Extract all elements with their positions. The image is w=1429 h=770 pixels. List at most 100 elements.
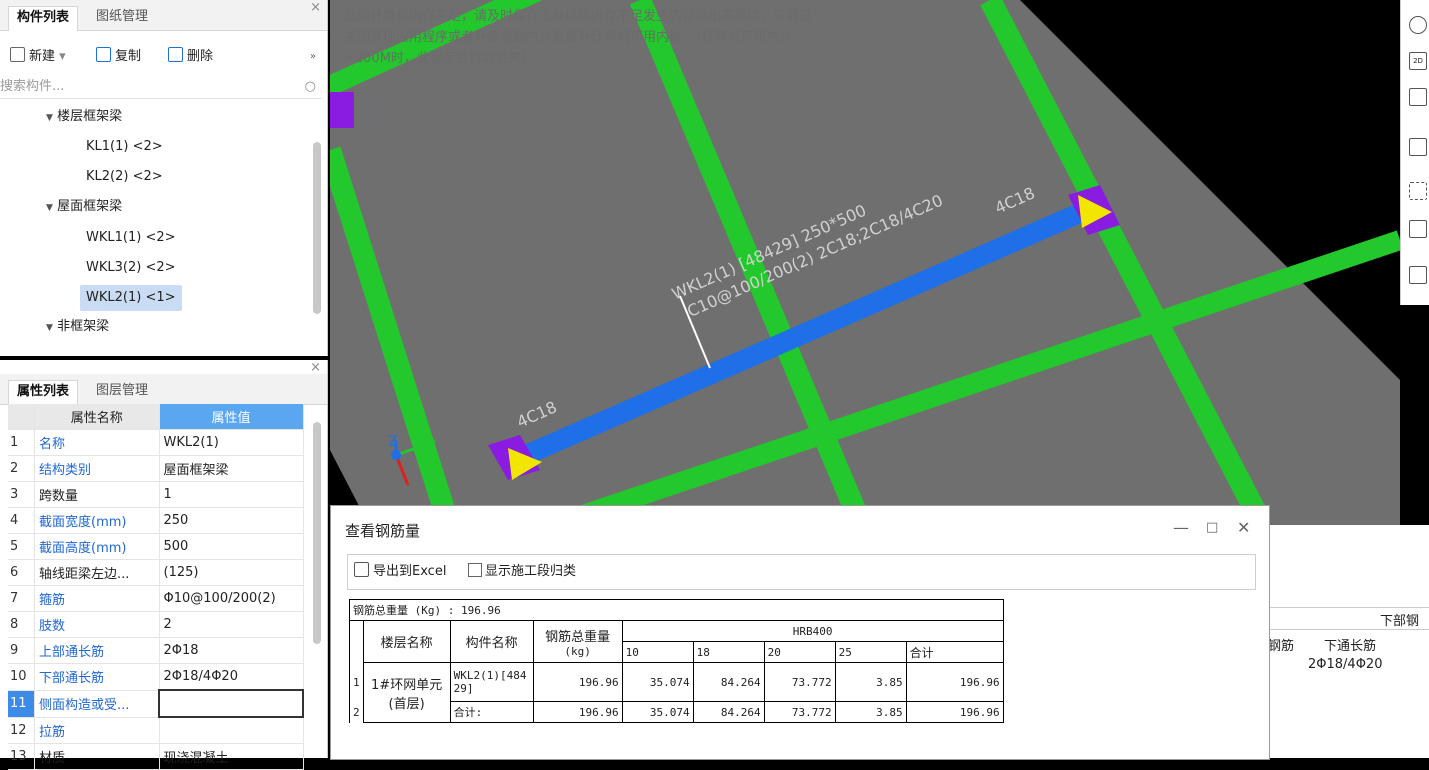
property-value[interactable]: 2Φ18/4Φ20 (159, 663, 304, 691)
view-toolbar: 2D (1400, 0, 1429, 305)
tree-item-wkl2[interactable]: WKL2(1) <1> (80, 285, 182, 311)
property-value-input[interactable] (158, 689, 304, 718)
view-cube-icon[interactable] (1409, 138, 1427, 156)
tree-group-roof-frame-beam[interactable]: ▼ 屋面框架梁 (46, 194, 122, 220)
property-value[interactable]: 500 (159, 533, 304, 560)
header-bottom-through-bar: 下通长筋 (1324, 639, 1377, 654)
header-grade: HRB400 (621, 620, 1004, 642)
tab-component-list[interactable]: 构件列表 (8, 6, 79, 31)
row-index: 3 (8, 481, 35, 508)
row-index: 2 (349, 701, 364, 723)
3d-box-icon[interactable] (1409, 88, 1427, 106)
tree-item-kl2[interactable]: KL2(2) <2> (86, 164, 163, 190)
list-settings-icon[interactable] (1409, 266, 1427, 284)
property-row[interactable]: 9 上部通长筋 2Φ18 (8, 637, 304, 664)
property-row[interactable]: 4 截面宽度(mm) 250 (8, 507, 304, 534)
tree-label: 非框架梁 (57, 319, 110, 334)
property-value[interactable] (159, 717, 304, 744)
search-input[interactable]: 搜索构件... ○ (0, 76, 322, 99)
property-name: 截面高度(mm) (34, 533, 160, 560)
property-row[interactable]: 8 肢数 2 (8, 611, 304, 638)
select-box-icon[interactable] (1409, 182, 1427, 200)
property-name: 材质 (34, 743, 160, 770)
minimize-icon[interactable]: — (1173, 518, 1189, 537)
rebar-quantity-dialog: 查看钢筋量 — □ ✕ 导出到Excel 显示施工段归类 钢筋总重量 (Kg) … (330, 505, 1270, 760)
property-value[interactable]: WKL2(1) (159, 429, 304, 456)
tree-group-floor-frame-beam[interactable]: ▼ 楼层框架梁 (46, 104, 122, 130)
property-value[interactable]: 2 (159, 611, 304, 638)
property-value[interactable]: Φ10@100/200(2) (159, 585, 304, 612)
orbit-icon[interactable] (1409, 16, 1427, 34)
checkbox[interactable] (468, 563, 482, 577)
property-name: 肢数 (34, 611, 160, 638)
header-property-name: 属性名称 (34, 404, 160, 430)
property-row[interactable]: 12 拉筋 (8, 717, 304, 744)
property-row[interactable]: 2 结构类别 屋面框架梁 (8, 455, 304, 482)
collapse-icon[interactable]: ▼ (46, 323, 53, 333)
property-value[interactable]: 2Φ18 (159, 637, 304, 664)
tree-item-kl1[interactable]: KL1(1) <2> (86, 134, 163, 160)
new-label: 新建 (29, 49, 56, 64)
dialog-title: 查看钢筋量 (345, 522, 421, 540)
property-row[interactable]: 10 下部通长筋 2Φ18/4Φ20 (8, 663, 304, 691)
tree-scrollbar[interactable] (313, 142, 321, 314)
delete-button[interactable]: 删除 (168, 44, 213, 70)
tree-group-non-frame-beam[interactable]: ▼ 非框架梁 (46, 314, 109, 340)
property-row[interactable]: 6 轴线距梁左边... (125) (8, 559, 304, 586)
maximize-icon[interactable]: □ (1206, 520, 1218, 535)
tree-label: 屋面框架梁 (57, 199, 123, 214)
property-value[interactable]: 250 (159, 507, 304, 534)
display-icon[interactable] (1409, 220, 1427, 238)
property-row[interactable]: 5 截面高度(mm) 500 (8, 533, 304, 560)
rebar-table: 钢筋总重量 (Kg) : 196.96 楼层名称 构件名称 钢筋总重量 (kg) … (349, 599, 1004, 723)
property-value[interactable]: 现浇混凝土 (159, 743, 304, 770)
tree-item-wkl3[interactable]: WKL3(2) <2> (86, 255, 176, 281)
divider (1268, 629, 1429, 630)
property-value[interactable]: (125) (159, 559, 304, 586)
column (330, 92, 354, 128)
value-cell: 84.264 (692, 662, 765, 702)
search-icon[interactable]: ○ (305, 76, 316, 98)
row-index: 9 (8, 637, 35, 664)
tab-property-list[interactable]: 属性列表 (8, 380, 79, 405)
tab-layer-management[interactable]: 图层管理 (88, 380, 156, 404)
export-label: 导出到Excel (373, 564, 447, 579)
property-row-selected[interactable]: 11 侧面构造或受... (8, 689, 304, 718)
copy-button[interactable]: 复制 (96, 44, 141, 70)
row-index: 5 (8, 533, 35, 560)
export-excel-button[interactable]: 导出到Excel (354, 561, 446, 583)
value-cell: 196.96 (905, 701, 1004, 723)
property-value[interactable]: 屋面框架梁 (159, 455, 304, 482)
bottom-through-bar-value[interactable]: 2Φ18/4Φ20 (1308, 657, 1382, 672)
header-total-label: 钢筋总重量 (545, 629, 611, 645)
collapse-icon[interactable]: ▼ (46, 203, 53, 213)
chevron-down-icon[interactable]: ▾ (59, 49, 66, 64)
property-row[interactable]: 3 跨数量 1 (8, 481, 304, 508)
value-cell: 35.074 (621, 662, 694, 702)
value-cell: 73.772 (763, 662, 836, 702)
property-row[interactable]: 1 名称 WKL2(1) (8, 429, 304, 456)
property-value[interactable]: 1 (159, 481, 304, 508)
tab-drawing-management[interactable]: 图纸管理 (88, 6, 156, 30)
row-index: 8 (8, 611, 35, 638)
more-icon[interactable]: » (310, 44, 316, 70)
close-icon[interactable]: ✕ (1237, 518, 1250, 537)
collapse-icon[interactable]: ▼ (46, 113, 53, 123)
row-index: 1 (8, 429, 35, 456)
property-scrollbar[interactable] (313, 422, 321, 644)
close-icon[interactable]: × (310, 0, 321, 15)
axis-z-label: Z (388, 434, 398, 450)
2d-view-icon[interactable]: 2D (1409, 52, 1427, 70)
property-row[interactable]: 7 箍筋 Φ10@100/200(2) (8, 585, 304, 612)
table-row[interactable]: 1 1#环网单元(首层) WKL2(1)[48429] 196.96 35.07… (349, 662, 1004, 723)
row-index: 10 (8, 663, 35, 691)
tree-item-wkl1[interactable]: WKL1(1) <2> (86, 225, 176, 251)
component-toolbar: 新建 ▾ 复制 删除 » (0, 44, 327, 70)
new-button[interactable]: 新建 ▾ (10, 44, 66, 70)
property-row[interactable]: 13 材质 现浇混凝土 (8, 743, 304, 770)
show-construction-segment-checkbox[interactable]: 显示施工段归类 (468, 561, 576, 583)
checkbox-label: 显示施工段归类 (485, 564, 577, 579)
close-icon[interactable]: × (310, 360, 321, 375)
property-panel-tabs: 属性列表 图层管理 (0, 374, 327, 405)
new-icon (10, 47, 25, 62)
